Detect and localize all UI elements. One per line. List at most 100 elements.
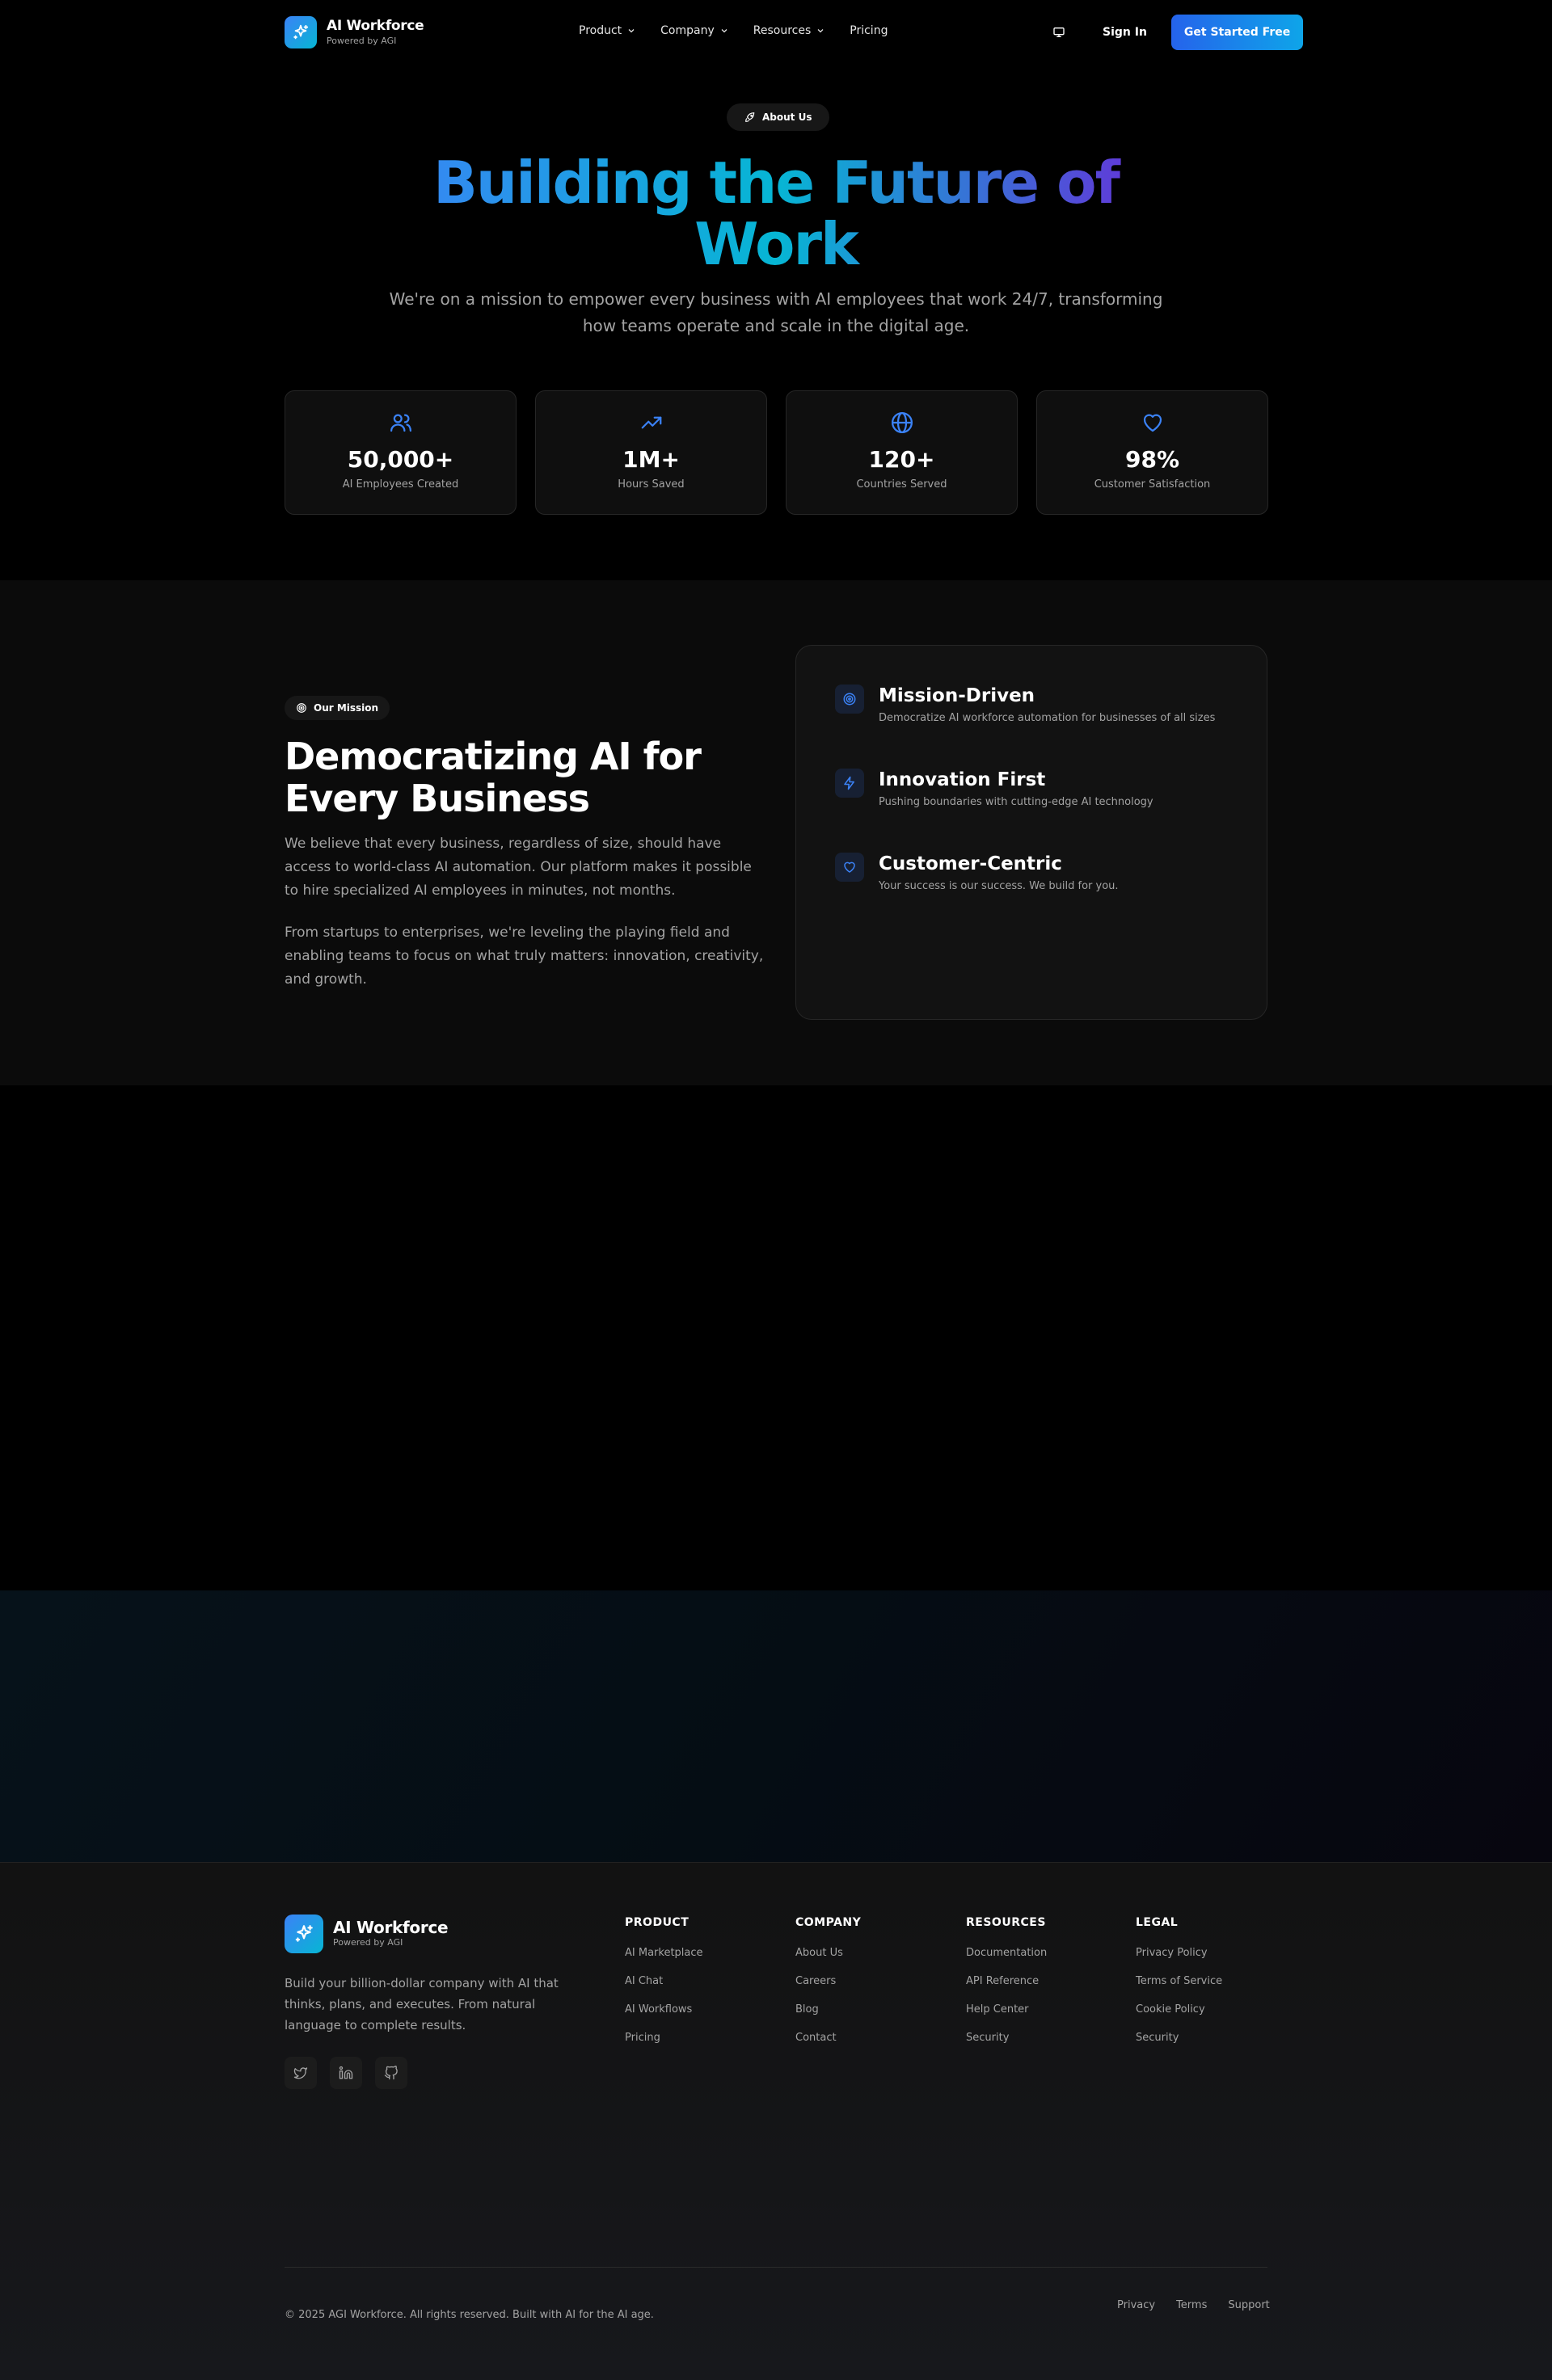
footer-link[interactable]: Cookie Policy [1136,2003,1222,2016]
get-started-button[interactable]: Get Started Free [1170,15,1304,50]
rocket-icon [745,112,755,122]
footer-link[interactable]: AI Workflows [625,2003,703,2016]
hero-title-line1: Building the Future of [433,149,1119,217]
hero-subtitle: We're on a mission to empower every busi… [389,289,1163,335]
social-links [285,2057,420,2089]
footer-column-product: PRODUCT AI Marketplace AI Chat AI Workfl… [625,1916,703,2060]
stat-value: 98% [1124,446,1180,473]
nav-company[interactable]: Company [660,24,729,37]
github-link[interactable] [375,2057,407,2089]
stat-value: 120+ [868,446,935,473]
footer-column-title: LEGAL [1136,1916,1179,1929]
globe-icon [891,412,913,433]
footer-brand-name: AI Workforce [333,1918,449,1937]
footer-link[interactable]: AI Chat [625,1975,703,1987]
footer-brand-logo[interactable]: AI Workforce Powered by AGI [285,1915,449,1953]
footer-link[interactable]: Blog [795,2003,861,2016]
footer-column-company: COMPANY About Us Careers Blog Contact [795,1916,861,2060]
site-footer: AI Workforce Powered by AGI Build your b… [0,1862,1552,2380]
sparkles-icon [285,16,317,48]
nav-pricing-label: Pricing [850,24,888,37]
linkedin-link[interactable] [330,2057,362,2089]
brand-tagline: Powered by AGI [327,36,397,46]
heart-icon [835,853,864,882]
about-us-badge: About Us [727,103,830,131]
stat-label: Countries Served [856,478,947,491]
footer-column-legal: LEGAL Privacy Policy Terms of Service Co… [1136,1916,1222,2060]
footer-privacy-link[interactable]: Privacy [1117,2299,1155,2311]
footer-link[interactable]: Terms of Service [1136,1975,1222,1987]
mission-paragraph: We believe that every business, regardle… [285,836,752,899]
stat-card: 98% Customer Satisfaction [1036,390,1268,515]
stat-card: 50,000+ AI Employees Created [285,390,517,515]
brand-name: AI Workforce [327,18,424,34]
linkedin-icon [339,2066,353,2079]
footer-link[interactable]: API Reference [966,1975,1047,1987]
footer-link[interactable]: Contact [795,2032,861,2044]
footer-bottom-links: Privacy Terms Support [1117,2299,1270,2311]
nav-product-label: Product [579,24,622,37]
stat-label: Customer Satisfaction [1094,478,1211,491]
footer-brand-tagline: Powered by AGI [333,1937,403,1948]
nav-company-label: Company [660,24,715,37]
value-title: Innovation First [879,769,1046,790]
cta-band [0,1590,1552,1862]
mission-section: Our Mission Democratizing AI for Every B… [0,580,1552,1085]
monitor-icon [1053,27,1065,37]
value-title: Mission-Driven [879,685,1035,706]
users-icon [390,414,411,432]
footer-link[interactable]: Documentation [966,1947,1047,1959]
target-icon [835,685,864,714]
footer-column-title: COMPANY [795,1916,862,1929]
footer-column-resources: RESOURCES Documentation API Reference He… [966,1916,1047,2060]
twitter-icon [293,2067,308,2079]
footer-link[interactable]: Help Center [966,2003,1047,2016]
our-mission-badge-label: Our Mission [314,702,379,714]
footer-link[interactable]: AI Marketplace [625,1947,703,1959]
our-mission-badge: Our Mission [285,696,390,720]
footer-link[interactable]: Careers [795,1975,861,1987]
stat-card: 1M+ Hours Saved [535,390,767,515]
trending-up-icon [641,416,661,429]
copyright-text: © 2025 AGI Workforce. All rights reserve… [285,2309,654,2321]
chevron-down-icon [817,29,824,33]
footer-divider [285,2267,1267,2268]
value-item: Mission-Driven Democratize AI workforce … [835,685,1215,724]
footer-column-title: PRODUCT [625,1916,690,1929]
nav-pricing[interactable]: Pricing [850,24,888,37]
sign-in-link[interactable]: Sign In [1103,26,1147,39]
twitter-link[interactable] [285,2057,317,2089]
theme-toggle-button[interactable] [1043,16,1075,48]
github-icon [384,2066,398,2080]
footer-terms-link[interactable]: Terms [1176,2299,1207,2311]
nav-resources[interactable]: Resources [753,24,826,37]
brand-logo[interactable]: AI Workforce Powered by AGI [285,16,424,48]
value-title: Customer-Centric [879,853,1062,874]
footer-link[interactable]: Security [966,2032,1047,2044]
stats-row: 50,000+ AI Employees Created 1M+ Hours S… [285,390,1268,515]
stat-label: AI Employees Created [342,478,459,491]
footer-link[interactable]: Privacy Policy [1136,1947,1222,1959]
stat-card: 120+ Countries Served [786,390,1018,515]
footer-column-title: RESOURCES [966,1916,1046,1929]
nav-product[interactable]: Product [579,24,636,37]
zap-icon [835,769,864,798]
chevron-down-icon [628,29,635,33]
footer-description: Build your billion-dollar company with A… [285,1976,559,2032]
target-icon [297,703,306,713]
value-item: Customer-Centric Your success is our suc… [835,853,1119,892]
value-description: Pushing boundaries with cutting-edge AI … [879,796,1153,808]
value-description: Your success is our success. We build fo… [879,880,1119,892]
value-description: Democratize AI workforce automation for … [879,712,1216,724]
value-item: Innovation First Pushing boundaries with… [835,769,1153,808]
hero-title-line2: Work [694,210,858,278]
footer-link[interactable]: Security [1136,2032,1222,2044]
stat-value: 1M+ [622,446,680,473]
chevron-down-icon [721,29,728,33]
site-header: AI Workforce Powered by AGI Product Comp… [0,0,1552,65]
mission-paragraph: From startups to enterprises, we're leve… [285,925,764,988]
footer-link[interactable]: Pricing [625,2032,703,2044]
footer-support-link[interactable]: Support [1228,2299,1269,2311]
footer-link[interactable]: About Us [795,1947,861,1959]
stat-label: Hours Saved [618,478,685,491]
